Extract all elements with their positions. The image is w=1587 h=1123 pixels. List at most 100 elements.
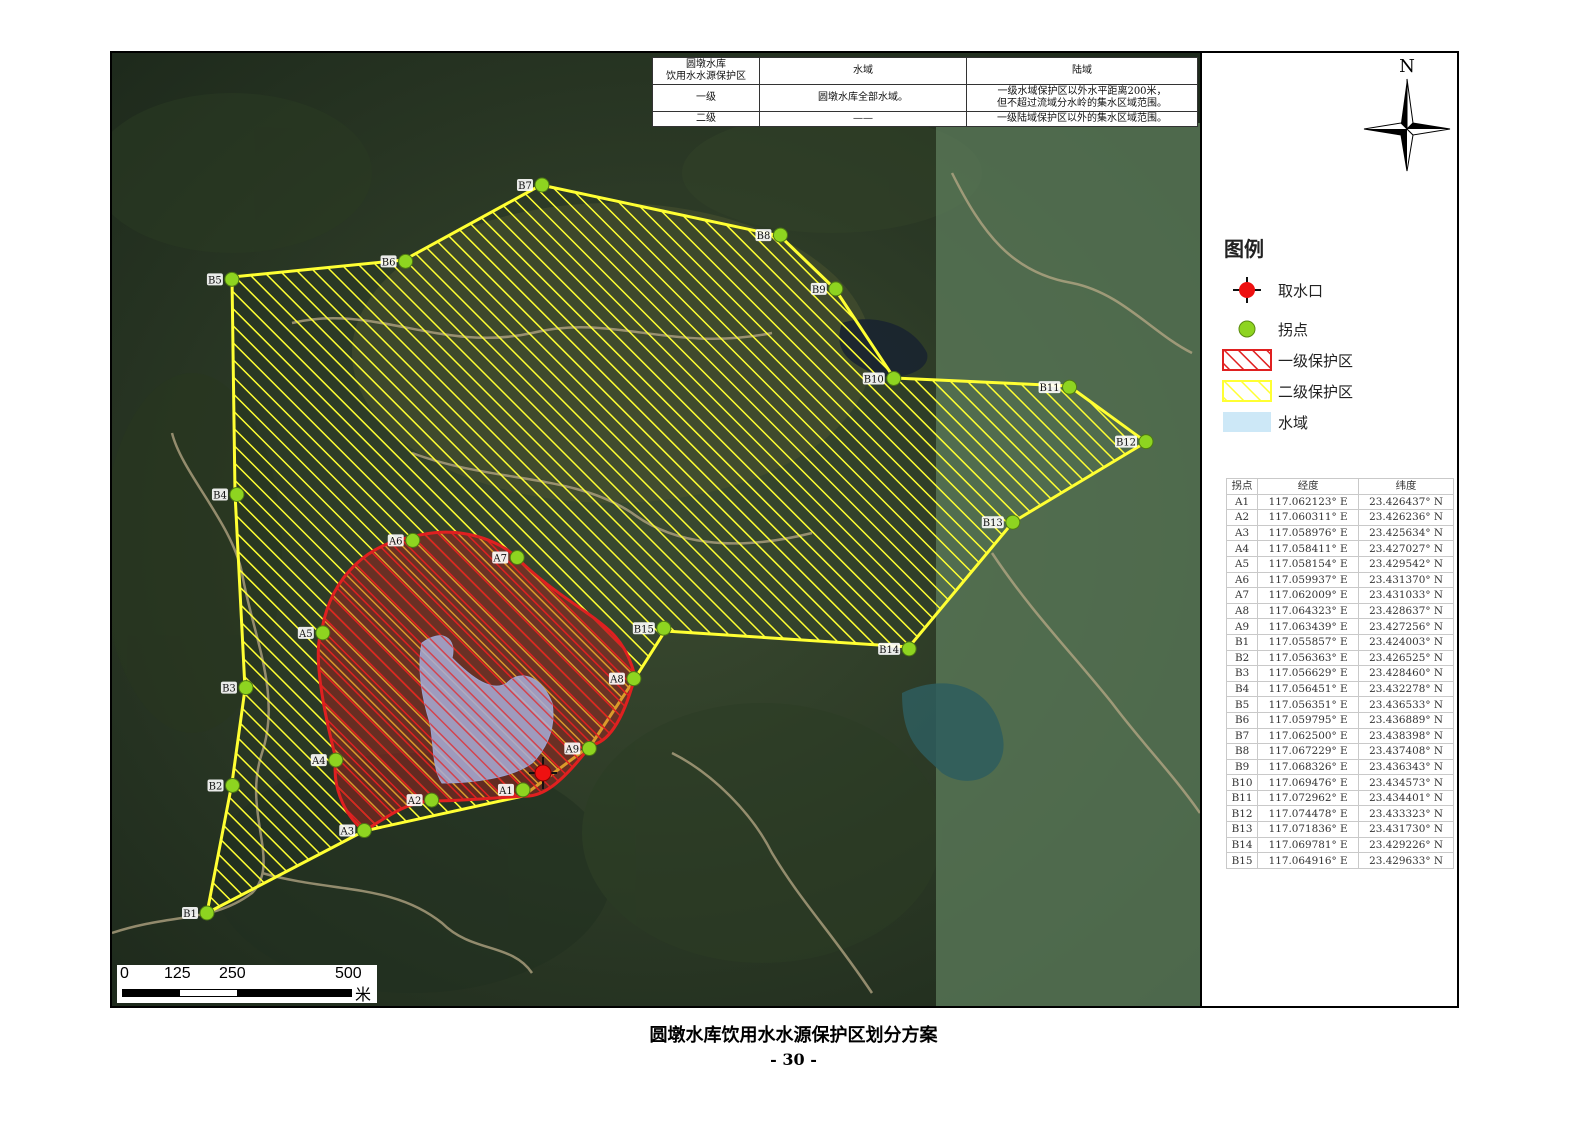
coord-longitude: 117.062500° E — [1257, 727, 1360, 745]
coord-latitude: 23.434401° N — [1358, 789, 1454, 807]
coord-table-row: B8 117.067229° E 23.437408° N — [1225, 743, 1454, 760]
turning-point-b13[interactable] — [1005, 514, 1021, 530]
coord-table-row: A6 117.059937° E 23.431370° N — [1225, 571, 1454, 589]
point-label: B5 — [208, 275, 222, 286]
coord-longitude: 117.058976° E — [1257, 524, 1360, 542]
red-hatch-icon — [1222, 349, 1272, 371]
scale-tick-125: 125 — [164, 965, 191, 982]
coord-longitude: 117.064916° E — [1257, 852, 1360, 869]
turning-point-b2[interactable] — [225, 777, 241, 793]
legend-label: 取水口 — [1278, 281, 1324, 300]
coord-latitude: 23.431033° N — [1358, 587, 1454, 604]
turning-point-b14[interactable] — [901, 641, 917, 657]
coord-table-row: A7 117.062009° E 23.431033° N — [1225, 587, 1454, 604]
coord-table-row: B12 117.074478° E 23.433323° N — [1225, 805, 1454, 823]
coord-table-header: 拐点 经度 纬度 — [1225, 478, 1454, 495]
coord-table-row: A3 117.058976° E 23.425634° N — [1225, 524, 1454, 542]
coord-point: B15 — [1225, 852, 1259, 869]
legend-item-water: 水域 — [1222, 409, 1308, 435]
coord-latitude: 23.432278° N — [1358, 680, 1454, 698]
turning-point-a9[interactable] — [581, 740, 597, 756]
yellow-hatch-icon — [1222, 380, 1272, 402]
coord-point: A2 — [1225, 509, 1259, 526]
coord-longitude: 117.056451° E — [1257, 680, 1360, 698]
turning-point-a4[interactable] — [328, 752, 344, 768]
coord-longitude: 117.056363° E — [1257, 649, 1360, 667]
coord-point: A9 — [1225, 618, 1259, 635]
zone-table-header-1: 水域 — [759, 57, 967, 85]
coord-latitude: 23.437408° N — [1358, 743, 1454, 760]
point-label: B8 — [757, 231, 771, 242]
coord-table-row: B13 117.071836° E 23.431730° N — [1225, 821, 1454, 838]
scale-bar: 0 125 250 500 米 — [117, 965, 377, 1004]
coord-point: B10 — [1225, 774, 1259, 791]
turning-point-a2[interactable] — [424, 792, 440, 808]
turning-point-b15[interactable] — [656, 620, 672, 636]
coord-latitude: 23.436343° N — [1358, 758, 1454, 776]
zone-water: —— — [759, 111, 967, 127]
point-label: A1 — [498, 786, 513, 797]
turning-point-a1[interactable] — [515, 782, 531, 798]
coord-point: B8 — [1225, 743, 1259, 760]
zone-table-header: 圆墩水库 饮用水水源保护区 水域 陆域 — [652, 57, 1198, 85]
coord-latitude: 23.429633° N — [1358, 852, 1454, 869]
coord-latitude: 23.428637° N — [1358, 602, 1454, 620]
turning-point-a8[interactable] — [626, 671, 642, 687]
point-label: A2 — [407, 796, 422, 807]
turning-point-a6[interactable] — [405, 532, 421, 548]
turning-point-b11[interactable] — [1062, 379, 1078, 395]
zone-table-row: 一级 圆墩水库全部水域。 一级水域保护区以外水平距离200米， 但不超过流域分水… — [652, 84, 1198, 112]
coord-table-row: A1 117.062123° E 23.426437° N — [1225, 493, 1454, 511]
turning-point-a7[interactable] — [509, 549, 525, 565]
coord-table-row: B11 117.072962° E 23.434401° N — [1225, 789, 1454, 807]
coord-longitude: 117.058411° E — [1257, 540, 1360, 557]
turning-point-a3[interactable] — [356, 823, 372, 839]
coord-longitude: 117.056629° E — [1257, 665, 1360, 682]
coord-point: B7 — [1225, 727, 1259, 745]
coord-point: A4 — [1225, 540, 1259, 557]
point-label: B1 — [183, 909, 197, 920]
turning-point-b9[interactable] — [828, 281, 844, 297]
legend-item-primary: 一级保护区 — [1222, 347, 1353, 373]
turning-point-b10[interactable] — [886, 370, 902, 386]
turning-point-b12[interactable] — [1138, 434, 1154, 450]
coord-longitude: 117.058154° E — [1257, 555, 1360, 573]
turning-point-b8[interactable] — [772, 227, 788, 243]
scale-unit: 米 — [355, 987, 372, 1004]
point-label: A9 — [565, 744, 580, 755]
turning-point-b6[interactable] — [398, 253, 414, 269]
map-area[interactable]: A1 A2 A3 A4 A5 A6 A7 A8 A9 B1 B2 B3 B4 B5 B6 B7 B8 B9 B10 B… — [112, 53, 1202, 1006]
legend-item-secondary: 二级保护区 — [1222, 378, 1353, 404]
zone-table-header-2: 陆域 — [966, 57, 1198, 85]
coord-longitude: 117.072962° E — [1257, 789, 1360, 807]
coord-point: B4 — [1225, 680, 1259, 698]
coord-point: A8 — [1225, 602, 1259, 620]
coord-latitude: 23.429226° N — [1358, 836, 1454, 854]
turning-point-a5[interactable] — [315, 625, 331, 641]
zone-level: 一级 — [652, 84, 760, 112]
point-label: B13 — [983, 518, 1003, 529]
coord-longitude: 117.059795° E — [1257, 711, 1360, 729]
coord-table-row: A8 117.064323° E 23.428637° N — [1225, 602, 1454, 620]
coord-point: A7 — [1225, 587, 1259, 604]
turning-point-b4[interactable] — [229, 487, 245, 503]
point-label: A6 — [388, 536, 403, 547]
point-label: B14 — [879, 645, 899, 656]
turning-point-b5[interactable] — [224, 271, 240, 287]
zone-table-row: 二级 —— 一级陆域保护区以外的集水区域范围。 — [652, 111, 1198, 127]
point-label: B11 — [1040, 383, 1060, 394]
coord-latitude: 23.427256° N — [1358, 618, 1454, 635]
coord-point: B3 — [1225, 665, 1259, 682]
coord-latitude: 23.438398° N — [1358, 727, 1454, 745]
turning-point-b1[interactable] — [199, 905, 215, 921]
north-label: N — [1399, 57, 1415, 77]
point-label: B2 — [209, 781, 223, 792]
point-label: B10 — [864, 374, 884, 385]
turning-point-b7[interactable] — [534, 177, 550, 193]
turning-point-b3[interactable] — [238, 680, 254, 696]
legend-label: 一级保护区 — [1278, 351, 1354, 370]
coord-point: A5 — [1225, 555, 1259, 573]
coord-point: B12 — [1225, 805, 1259, 823]
point-label: B9 — [812, 285, 826, 296]
coord-table-row: B15 117.064916° E 23.429633° N — [1225, 852, 1454, 869]
